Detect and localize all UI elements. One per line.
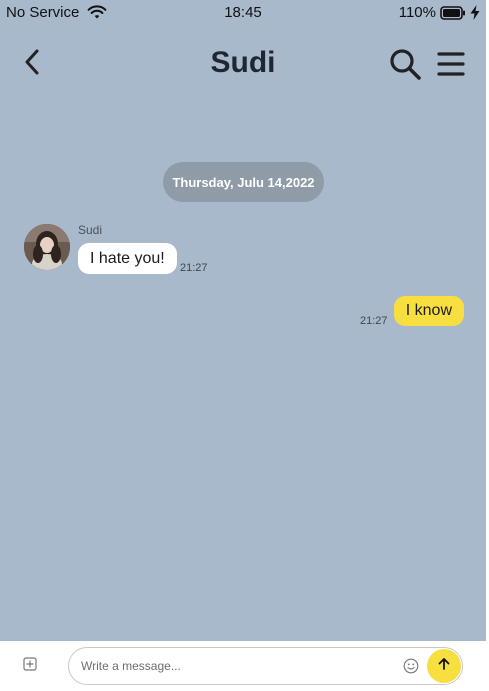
outgoing-message-bubble[interactable]: I know [393,296,464,326]
incoming-message-bubble[interactable]: I hate you! [78,243,177,274]
attach-button[interactable] [23,657,37,671]
add-box-icon [23,657,37,675]
chat-screen: No Service 18:45 110% Sudi Thursday, Jul… [0,0,486,691]
bolt-icon [470,5,480,20]
status-bar: No Service 18:45 110% [0,0,486,24]
sender-name: Sudi [78,223,103,237]
search-icon [388,49,422,84]
emoji-icon [403,658,419,678]
incoming-message-time: 21:27 [180,262,208,274]
outgoing-message-time: 21:27 [360,315,388,327]
message-composer [0,641,486,691]
message-input[interactable] [81,656,381,676]
date-separator: Thursday, Julu 14,2022 [163,162,324,202]
menu-button[interactable] [436,50,466,78]
emoji-button[interactable] [403,658,419,674]
menu-icon [436,52,466,82]
avatar[interactable] [24,224,70,270]
arrow-up-icon [437,657,451,676]
message-input-container [68,647,463,685]
battery-percent: 110% [398,4,436,21]
chat-header: Sudi [0,40,486,90]
search-button[interactable] [388,48,422,80]
send-button[interactable] [427,649,461,683]
battery-icon [440,5,466,20]
status-right: 110% [399,4,480,21]
